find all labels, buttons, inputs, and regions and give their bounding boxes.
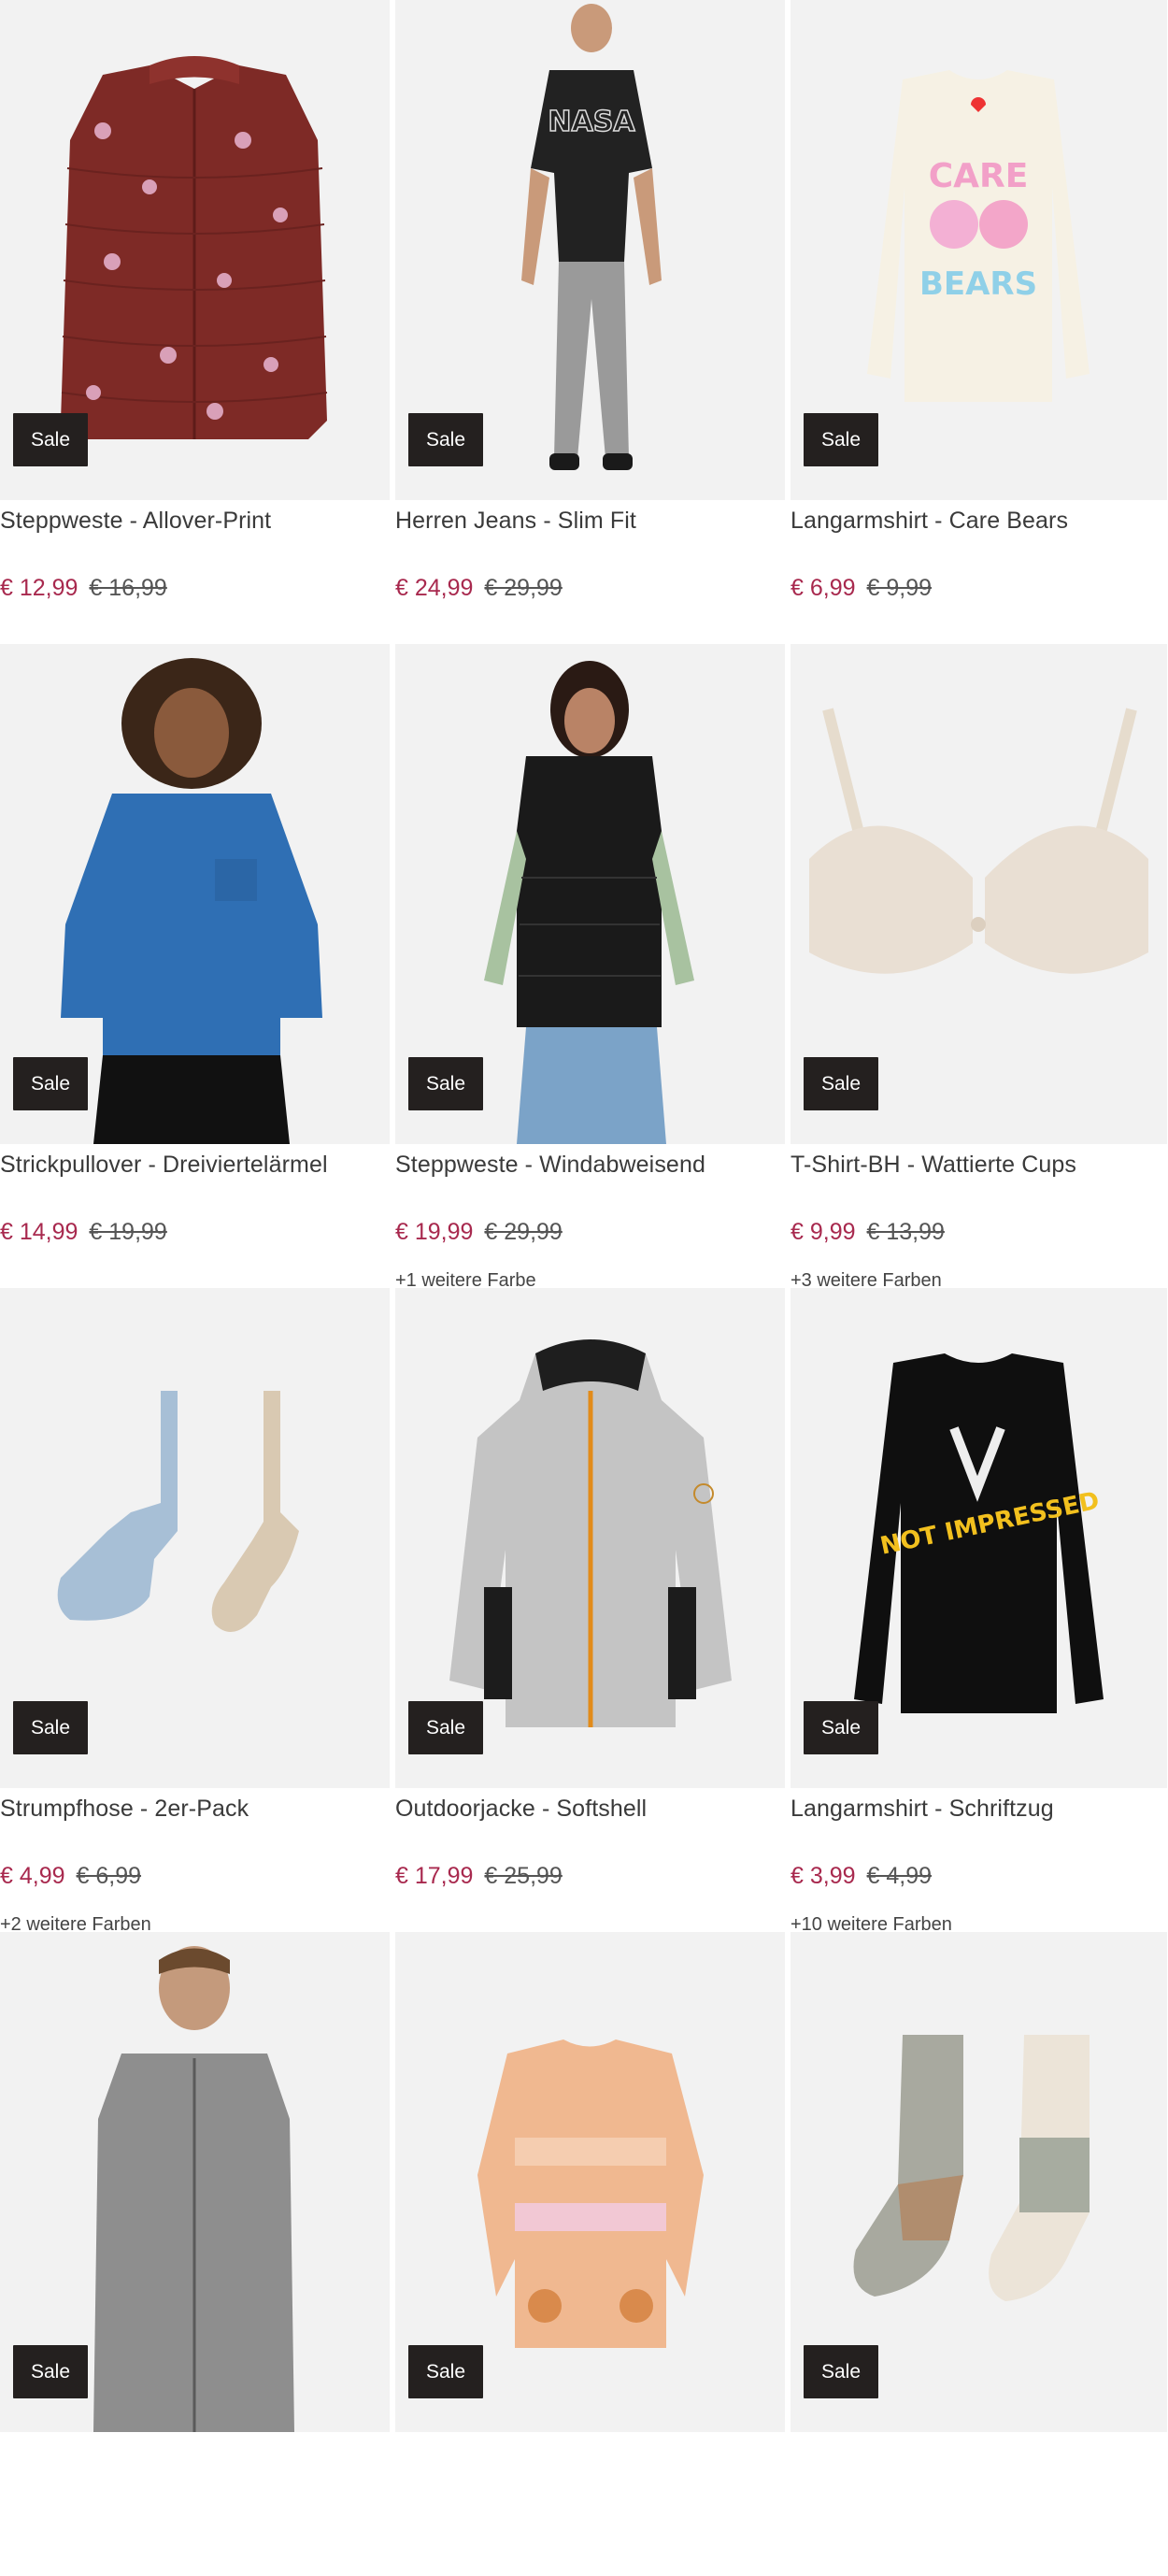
- more-colors[interactable]: +1 weitere Farbe: [395, 1270, 536, 1288]
- price-row: € 3,99 € 4,99: [791, 1863, 932, 1890]
- product-image[interactable]: Sale: [0, 0, 390, 500]
- more-colors[interactable]: +10 weitere Farben: [791, 1914, 952, 1932]
- sale-price: € 9,99: [791, 1219, 856, 1245]
- sale-price: € 19,99: [395, 1219, 474, 1245]
- sale-badge: Sale: [804, 1701, 879, 1754]
- product-card[interactable]: Sale: [791, 1932, 1167, 2576]
- original-price: € 25,99: [484, 1863, 563, 1889]
- price-row: € 4,99 € 6,99: [0, 1863, 141, 1890]
- price-row: € 12,99 € 16,99: [0, 575, 167, 602]
- sale-price: € 6,99: [791, 575, 856, 601]
- sale-price: € 17,99: [395, 1863, 474, 1889]
- original-price: € 29,99: [484, 575, 563, 601]
- product-card[interactable]: Sale T-Shirt-BH - Wattierte Cups € 9,99 €…: [791, 644, 1167, 1288]
- product-image[interactable]: Sale: [0, 644, 390, 1144]
- product-card[interactable]: Sale Steppweste - Allover-Print € 12,99 €…: [0, 0, 390, 644]
- product-card[interactable]: Sale: [0, 1932, 390, 2576]
- product-card[interactable]: NOT IMPRESSED Sale Langarmshirt - Schrif…: [791, 1288, 1167, 1932]
- sale-badge: Sale: [408, 2345, 484, 2398]
- sale-price: € 4,99: [0, 1863, 65, 1889]
- product-card[interactable]: Sale Strickpullover - Dreiviertelärmel €…: [0, 644, 390, 1288]
- sale-price: € 12,99: [0, 575, 78, 601]
- product-title[interactable]: Strumpfhose - 2er-Pack: [0, 1796, 390, 1823]
- sale-badge: Sale: [804, 2345, 879, 2398]
- original-price: € 19,99: [89, 1219, 167, 1245]
- product-title[interactable]: Outdoorjacke - Softshell: [395, 1796, 785, 1823]
- price-row: € 19,99 € 29,99: [395, 1219, 563, 1246]
- sale-price: € 24,99: [395, 575, 474, 601]
- original-price: € 4,99: [866, 1863, 933, 1889]
- price-row: € 6,99 € 9,99: [791, 575, 932, 602]
- product-image[interactable]: Sale: [395, 1932, 785, 2432]
- bears-print: BEARS: [919, 265, 1037, 303]
- product-card[interactable]: Sale Outdoorjacke - Softshell € 17,99 € 2…: [395, 1288, 785, 1932]
- sale-badge: Sale: [408, 413, 484, 466]
- product-card[interactable]: Sale: [395, 1932, 785, 2576]
- product-image[interactable]: Sale: [791, 644, 1167, 1144]
- sale-badge: Sale: [13, 1701, 89, 1754]
- sale-badge: Sale: [13, 2345, 89, 2398]
- sale-badge: Sale: [13, 1057, 89, 1110]
- original-price: € 29,99: [484, 1219, 563, 1245]
- product-card[interactable]: Sale Strumpfhose - 2er-Pack € 4,99 € 6,99…: [0, 1288, 390, 1932]
- product-card[interactable]: CARE BEARS Sale Langarmshirt - Care Bear…: [791, 0, 1167, 644]
- product-image[interactable]: NOT IMPRESSED Sale: [791, 1288, 1167, 1788]
- sale-price: € 3,99: [791, 1863, 856, 1889]
- sale-price: € 14,99: [0, 1219, 78, 1245]
- sale-badge: Sale: [804, 1057, 879, 1110]
- more-colors[interactable]: +2 weitere Farben: [0, 1914, 151, 1932]
- original-price: € 6,99: [76, 1863, 142, 1889]
- product-image[interactable]: Sale: [395, 644, 785, 1144]
- product-title[interactable]: Herren Jeans - Slim Fit: [395, 508, 785, 535]
- product-image[interactable]: Sale: [395, 1288, 785, 1788]
- price-row: € 9,99 € 13,99: [791, 1219, 945, 1246]
- product-title[interactable]: Langarmshirt - Care Bears: [791, 508, 1167, 535]
- product-image[interactable]: NASA Sale: [395, 0, 785, 500]
- sale-badge: Sale: [408, 1057, 484, 1110]
- care-print: CARE: [929, 157, 1029, 195]
- product-card[interactable]: NASA Sale Herren Jeans - Slim Fit € 24,9…: [395, 0, 785, 644]
- product-title[interactable]: Langarmshirt - Schriftzug: [791, 1796, 1167, 1823]
- product-image[interactable]: Sale: [791, 1932, 1167, 2432]
- product-image[interactable]: CARE BEARS Sale: [791, 0, 1167, 500]
- sale-badge: Sale: [13, 413, 89, 466]
- product-image[interactable]: Sale: [0, 1932, 390, 2432]
- product-grid: Sale Steppweste - Allover-Print € 12,99 €…: [0, 0, 1168, 2576]
- original-price: € 13,99: [866, 1219, 945, 1245]
- product-title[interactable]: Steppweste - Allover-Print: [0, 508, 390, 535]
- product-card[interactable]: Sale Steppweste - Windabweisend € 19,99 €…: [395, 644, 785, 1288]
- price-row: € 14,99 € 19,99: [0, 1219, 167, 1246]
- product-title[interactable]: Steppweste - Windabweisend: [395, 1152, 785, 1179]
- price-row: € 17,99 € 25,99: [395, 1863, 563, 1890]
- product-image[interactable]: Sale: [0, 1288, 390, 1788]
- product-title[interactable]: Strickpullover - Dreiviertelärmel: [0, 1152, 390, 1179]
- more-colors[interactable]: +3 weitere Farben: [791, 1270, 942, 1288]
- sale-badge: Sale: [804, 413, 879, 466]
- original-price: € 9,99: [866, 575, 933, 601]
- sale-badge: Sale: [408, 1701, 484, 1754]
- nasa-print: NASA: [548, 106, 635, 138]
- price-row: € 24,99 € 29,99: [395, 575, 563, 602]
- product-title[interactable]: T-Shirt-BH - Wattierte Cups: [791, 1152, 1167, 1179]
- original-price: € 16,99: [89, 575, 167, 601]
